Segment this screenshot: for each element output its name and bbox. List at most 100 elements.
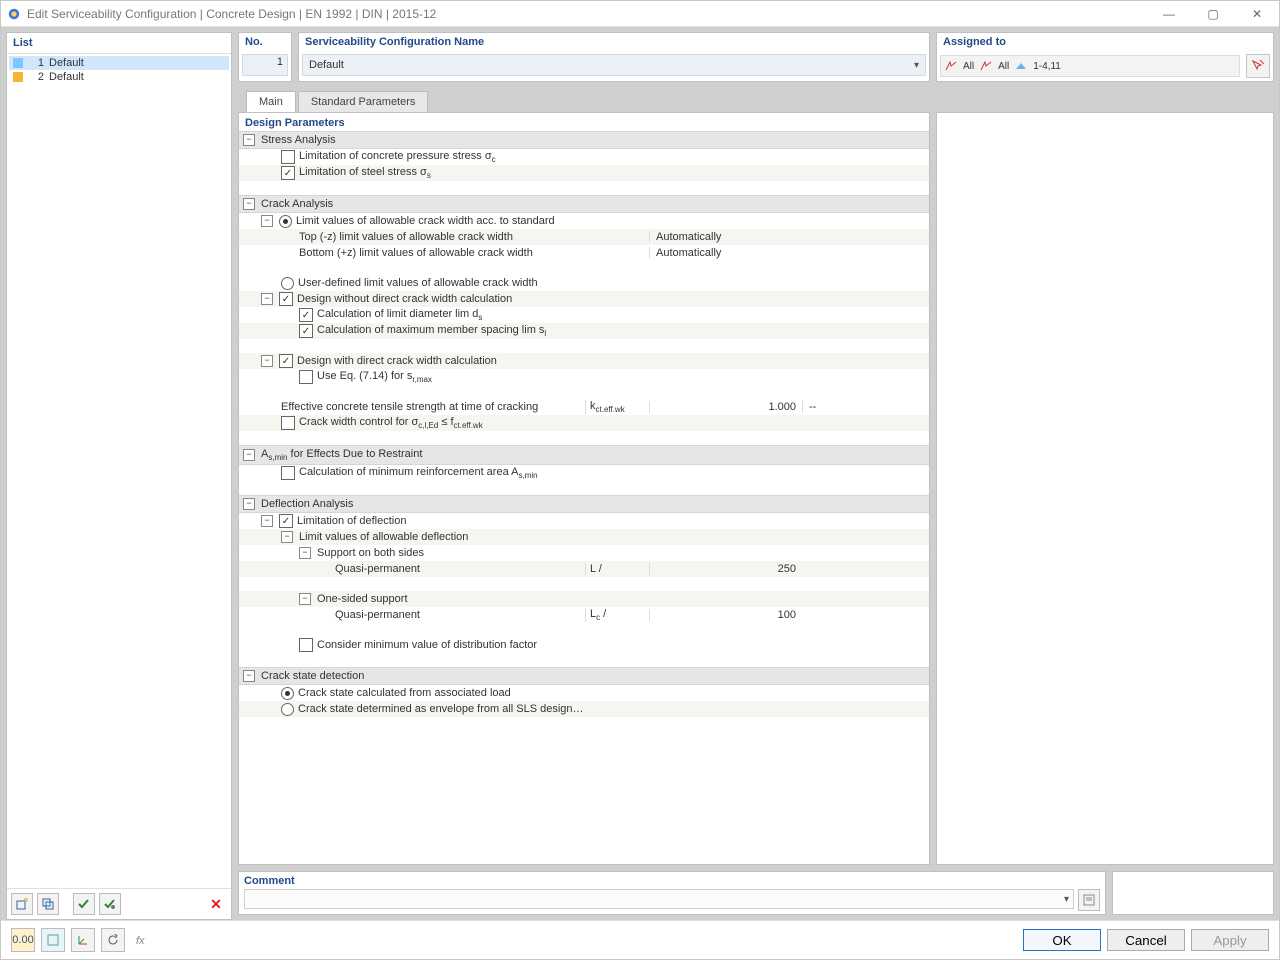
param-row: ✓ Limitation of steel stress σs: [239, 165, 929, 181]
tab-main[interactable]: Main: [246, 91, 296, 112]
maximize-button[interactable]: ▢: [1191, 1, 1235, 26]
assigned-label: 1-4,11: [1033, 61, 1061, 72]
param-row: ✓ Calculation of limit diameter lim ds: [239, 307, 929, 323]
param-row: − ✓ Design without direct crack width ca…: [239, 291, 929, 307]
comment-edit-button[interactable]: [1078, 889, 1100, 911]
radio-limit-std[interactable]: [279, 215, 292, 228]
param-label: Quasi-permanent: [335, 609, 585, 621]
checkbox-calc-spacing[interactable]: ✓: [299, 324, 313, 338]
number-field-box: No. 1: [238, 32, 292, 82]
param-value[interactable]: Automatically: [649, 231, 802, 243]
color-swatch: [13, 72, 23, 82]
chevron-down-icon: ▾: [914, 60, 919, 71]
list-item[interactable]: 2 Default: [9, 70, 229, 84]
group-asmin: − As,min for Effects Due to Restraint: [239, 445, 929, 465]
collapse-icon[interactable]: −: [261, 215, 273, 227]
collapse-icon[interactable]: −: [261, 355, 273, 367]
coord-system-button[interactable]: [71, 928, 95, 952]
param-row: − Limit values of allowable deflection: [239, 529, 929, 545]
apply-button[interactable]: Apply: [1191, 929, 1269, 951]
group-label: As,min for Effects Due to Restraint: [261, 448, 422, 462]
checkbox-calc-diameter[interactable]: ✓: [299, 308, 313, 322]
delete-item-button[interactable]: ✕: [205, 893, 227, 915]
titlebar: Edit Serviceability Configuration | Conc…: [1, 1, 1279, 27]
param-value[interactable]: Automatically: [649, 247, 802, 259]
copy-item-button[interactable]: [37, 893, 59, 915]
collapse-icon[interactable]: −: [243, 670, 255, 682]
checkbox-limit-concrete-stress[interactable]: [281, 150, 295, 164]
param-row: Consider minimum value of distribution f…: [239, 637, 929, 653]
collapse-icon[interactable]: −: [243, 449, 255, 461]
check-green-button[interactable]: [73, 893, 95, 915]
param-label: Top (-z) limit values of allowable crack…: [299, 231, 585, 243]
collapse-icon[interactable]: −: [261, 293, 273, 305]
assigned-chip[interactable]: All All 1-4,11: [940, 55, 1240, 77]
group-label: Stress Analysis: [261, 134, 336, 146]
param-row: Crack state determined as envelope from …: [239, 701, 929, 717]
checkbox-consider-min-distribution[interactable]: [299, 638, 313, 652]
param-label: Quasi-permanent: [335, 563, 585, 575]
number-value[interactable]: 1: [242, 54, 288, 76]
close-button[interactable]: ✕: [1235, 1, 1279, 26]
pick-in-view-button[interactable]: [1246, 54, 1270, 78]
surface-icon: [1015, 61, 1027, 71]
properties-table: Design Parameters − Stress Analysis Limi…: [238, 112, 930, 865]
dialog-footer: 0.00 fx OK Cancel Apply: [1, 920, 1279, 959]
comment-header: Comment: [244, 875, 1100, 887]
param-symbol: L /: [585, 563, 649, 575]
radio-crack-state-associated[interactable]: [281, 687, 294, 700]
view-mode-button[interactable]: [41, 928, 65, 952]
param-label: Effective concrete tensile strength at t…: [281, 401, 585, 413]
comment-preview: [1112, 871, 1274, 915]
comment-row: Comment ▾: [238, 871, 1274, 915]
radio-crack-state-envelope[interactable]: [281, 703, 294, 716]
param-value[interactable]: 250: [649, 563, 802, 575]
param-label: User-defined limit values of allowable c…: [298, 277, 585, 289]
assigned-label: All: [963, 61, 974, 72]
param-row: Bottom (+z) limit values of allowable cr…: [239, 245, 929, 261]
param-value[interactable]: 1.000: [649, 401, 802, 413]
list-item-label: Default: [49, 57, 84, 69]
param-row: ✓ Calculation of maximum member spacing …: [239, 323, 929, 339]
cancel-button[interactable]: Cancel: [1107, 929, 1185, 951]
collapse-icon[interactable]: −: [243, 134, 255, 146]
name-field-box: Serviceability Configuration Name Defaul…: [298, 32, 930, 82]
radio-limit-user[interactable]: [281, 277, 294, 290]
checkbox-with-direct-crack[interactable]: ✓: [279, 354, 293, 368]
name-dropdown[interactable]: Default ▾: [302, 54, 926, 76]
collapse-icon[interactable]: −: [261, 515, 273, 527]
param-value[interactable]: 100: [649, 609, 802, 621]
tab-standard-parameters[interactable]: Standard Parameters: [298, 91, 429, 112]
collapse-icon[interactable]: −: [299, 547, 311, 559]
comment-input[interactable]: ▾: [244, 889, 1074, 909]
minimize-button[interactable]: —: [1147, 1, 1191, 26]
collapse-icon[interactable]: −: [243, 498, 255, 510]
checkbox-without-direct-crack[interactable]: ✓: [279, 292, 293, 306]
list-item-number: 2: [28, 71, 44, 83]
reset-button[interactable]: [101, 928, 125, 952]
param-label: Support on both sides: [317, 547, 585, 559]
checkbox-use-eq714[interactable]: [299, 370, 313, 384]
checkbox-limit-deflection[interactable]: ✓: [279, 514, 293, 528]
check-settings-button[interactable]: [99, 893, 121, 915]
new-item-button[interactable]: [11, 893, 33, 915]
checkbox-crack-width-control[interactable]: [281, 416, 295, 430]
param-row: Calculation of minimum reinforcement are…: [239, 465, 929, 481]
list-header: List: [7, 33, 231, 54]
param-row: Top (-z) limit values of allowable crack…: [239, 229, 929, 245]
function-button[interactable]: fx: [131, 929, 153, 951]
collapse-icon[interactable]: −: [243, 198, 255, 210]
units-button[interactable]: 0.00: [11, 928, 35, 952]
tab-strip: Main Standard Parameters: [238, 88, 1274, 112]
collapse-icon[interactable]: −: [281, 531, 293, 543]
assigned-label: All: [998, 61, 1009, 72]
ok-button[interactable]: OK: [1023, 929, 1101, 951]
section-design-parameters: Design Parameters: [239, 113, 929, 131]
group-crack-analysis: − Crack Analysis: [239, 195, 929, 213]
collapse-icon[interactable]: −: [299, 593, 311, 605]
list-item[interactable]: 1 Default: [9, 56, 229, 70]
checkbox-calc-asmin[interactable]: [281, 466, 295, 480]
param-symbol: kct.eff.wk: [585, 400, 649, 414]
checkbox-limit-steel-stress[interactable]: ✓: [281, 166, 295, 180]
param-unit: --: [802, 401, 925, 413]
